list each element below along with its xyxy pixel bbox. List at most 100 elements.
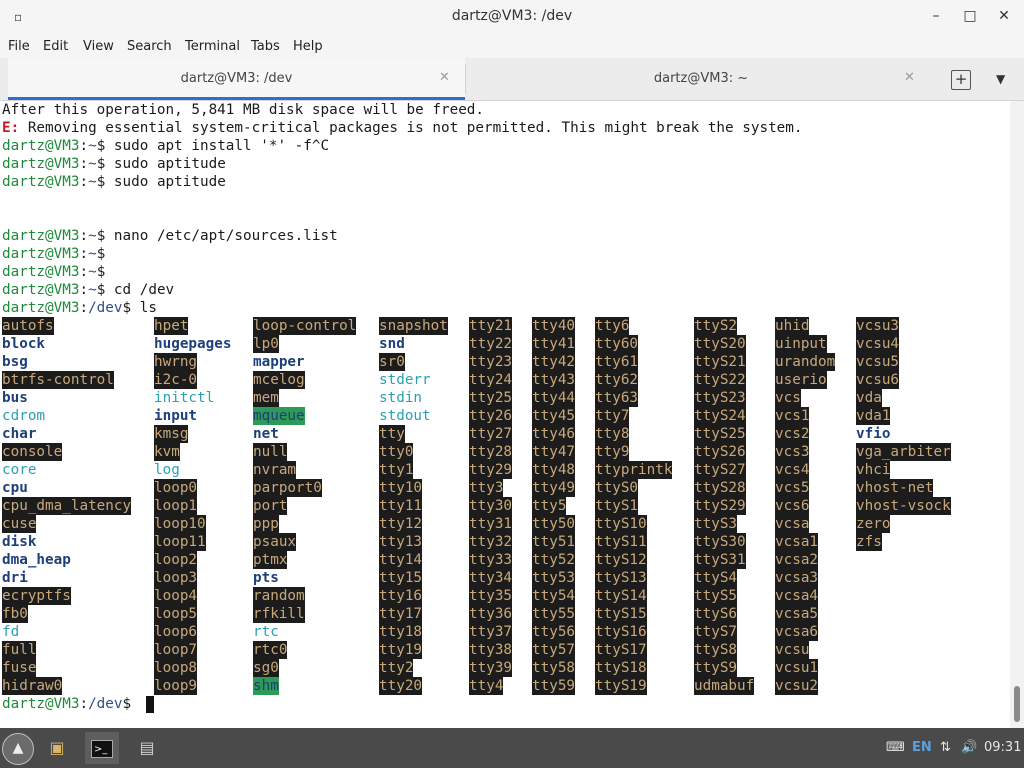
ls-entry: vda1 — [856, 407, 891, 425]
ls-entry: vcsa2 — [775, 551, 819, 569]
ls-entry: sr0 — [379, 353, 405, 371]
terminal-prompt-line: dartz@VM3:~$ — [2, 246, 106, 262]
ls-entry: loop11 — [154, 533, 206, 551]
file-manager-icon[interactable]: ▣ — [40, 732, 74, 764]
ls-entry: vcsu1 — [775, 659, 819, 677]
ls-entry: cpu_dma_latency — [2, 497, 132, 515]
prompt-user: dartz@VM3 — [2, 138, 80, 154]
tab-close-icon[interactable]: ✕ — [904, 70, 915, 85]
ls-entry: mem — [253, 389, 279, 407]
ls-entry: tty50 — [532, 515, 576, 533]
ls-entry: vcs1 — [775, 407, 810, 425]
ls-entry: ttyS27 — [694, 461, 746, 479]
menu-terminal[interactable]: Terminal — [185, 39, 240, 54]
terminal-line: After this operation, 5,841 MB disk spac… — [2, 102, 485, 118]
ls-entry: ppp — [253, 515, 279, 533]
ls-entry: ttyS14 — [595, 587, 647, 605]
prompt-user: dartz@VM3 — [2, 264, 80, 280]
ls-entry: vda — [856, 389, 882, 407]
prompt-user: dartz@VM3 — [2, 246, 80, 262]
ls-entry: ttyS4 — [694, 569, 738, 587]
ls-entry: uinput — [775, 335, 827, 353]
menu-search[interactable]: Search — [127, 39, 172, 54]
ls-entry: ttyS31 — [694, 551, 746, 569]
window-titlebar: ▫ dartz@VM3: /dev – □ ✕ — [0, 0, 1024, 34]
ls-entry: tty56 — [532, 623, 576, 641]
ls-entry: vcsu3 — [856, 317, 900, 335]
ls-entry: vhost-net — [856, 479, 934, 497]
clock[interactable]: 09:31 — [984, 740, 1021, 755]
tab-close-icon[interactable]: ✕ — [439, 70, 450, 85]
ls-entry: vfio — [856, 426, 891, 442]
ls-entry: tty53 — [532, 569, 576, 587]
menu-edit[interactable]: Edit — [43, 39, 68, 54]
volume-icon[interactable]: 🔊 — [961, 740, 977, 755]
terminal-prompt-line: dartz@VM3:/dev$ — [2, 696, 140, 712]
ls-entry: tty — [379, 425, 405, 443]
ls-entry: tty45 — [532, 407, 576, 425]
ls-entry: tty12 — [379, 515, 423, 533]
menu-file[interactable]: File — [8, 39, 30, 54]
tabs-dropdown-icon[interactable]: ▼ — [996, 72, 1005, 86]
ls-entry: tty13 — [379, 533, 423, 551]
tab-label: dartz@VM3: ~ — [653, 71, 749, 86]
network-icon[interactable]: ⇅ — [940, 740, 951, 755]
ls-entry: tty11 — [379, 497, 423, 515]
ls-entry: vcsu4 — [856, 335, 900, 353]
close-button[interactable]: ✕ — [994, 8, 1014, 24]
ls-entry: tty5 — [532, 497, 567, 515]
ls-entry: lp0 — [253, 335, 279, 353]
ls-entry: vhci — [856, 461, 891, 479]
ls-entry: fuse — [2, 659, 37, 677]
ls-entry: tty54 — [532, 587, 576, 605]
menu-tabs[interactable]: Tabs — [251, 39, 280, 54]
ls-entry: dri — [2, 570, 28, 586]
ls-entry: ttyS25 — [694, 425, 746, 443]
ls-entry: tty61 — [595, 353, 639, 371]
ls-entry: tty51 — [532, 533, 576, 551]
ls-entry: tty29 — [469, 461, 513, 479]
ls-entry: urandom — [775, 353, 836, 371]
ls-entry: stdin — [379, 390, 423, 406]
tab-dev[interactable]: dartz@VM3: /dev ✕ — [8, 58, 465, 100]
prompt-command: sudo apt install '*' -f^C — [105, 138, 330, 154]
prompt-path: ~ — [88, 228, 97, 244]
ls-entry: tty58 — [532, 659, 576, 677]
ls-entry: null — [253, 443, 288, 461]
ls-entry: tty26 — [469, 407, 513, 425]
language-indicator[interactable]: EN — [912, 740, 932, 755]
ls-entry: tty40 — [532, 317, 576, 335]
ls-entry: loop2 — [154, 551, 198, 569]
ls-entry: vhost-vsock — [856, 497, 951, 515]
menu-help[interactable]: Help — [293, 39, 323, 54]
keyboard-icon[interactable]: ⌨ — [886, 740, 905, 755]
ls-entry: tty17 — [379, 605, 423, 623]
ls-entry: ttyS30 — [694, 533, 746, 551]
tab-home[interactable]: dartz@VM3: ~ ✕ — [466, 58, 936, 100]
file-cabinet-icon[interactable]: ▤ — [130, 732, 164, 764]
ls-entry: tty62 — [595, 371, 639, 389]
maximize-button[interactable]: □ — [960, 8, 980, 24]
menu-view[interactable]: View — [83, 39, 114, 54]
ls-entry: vcsu5 — [856, 353, 900, 371]
app-launcher-icon[interactable]: ▲ — [2, 733, 34, 765]
ls-entry: tty63 — [595, 389, 639, 407]
new-tab-button[interactable]: + — [951, 70, 971, 90]
ls-entry: loop7 — [154, 641, 198, 659]
minimize-button[interactable]: – — [926, 8, 946, 24]
terminal-output[interactable]: After this operation, 5,841 MB disk spac… — [0, 101, 1010, 728]
ls-entry: tty38 — [469, 641, 513, 659]
terminal-task[interactable]: >_ — [85, 732, 119, 764]
ls-entry: btrfs-control — [2, 371, 114, 389]
prompt-user: dartz@VM3 — [2, 282, 80, 298]
ls-entry: rfkill — [253, 605, 305, 623]
ls-entry: sg0 — [253, 659, 279, 677]
ls-entry: tty31 — [469, 515, 513, 533]
ls-entry: console — [2, 443, 63, 461]
ls-entry: cpu — [2, 480, 28, 496]
ls-entry: tty27 — [469, 425, 513, 443]
ls-entry: ttyS15 — [595, 605, 647, 623]
ls-entry: hugepages — [154, 336, 232, 352]
scrollbar-thumb[interactable] — [1014, 686, 1020, 722]
terminal-scrollbar[interactable] — [1010, 101, 1024, 728]
